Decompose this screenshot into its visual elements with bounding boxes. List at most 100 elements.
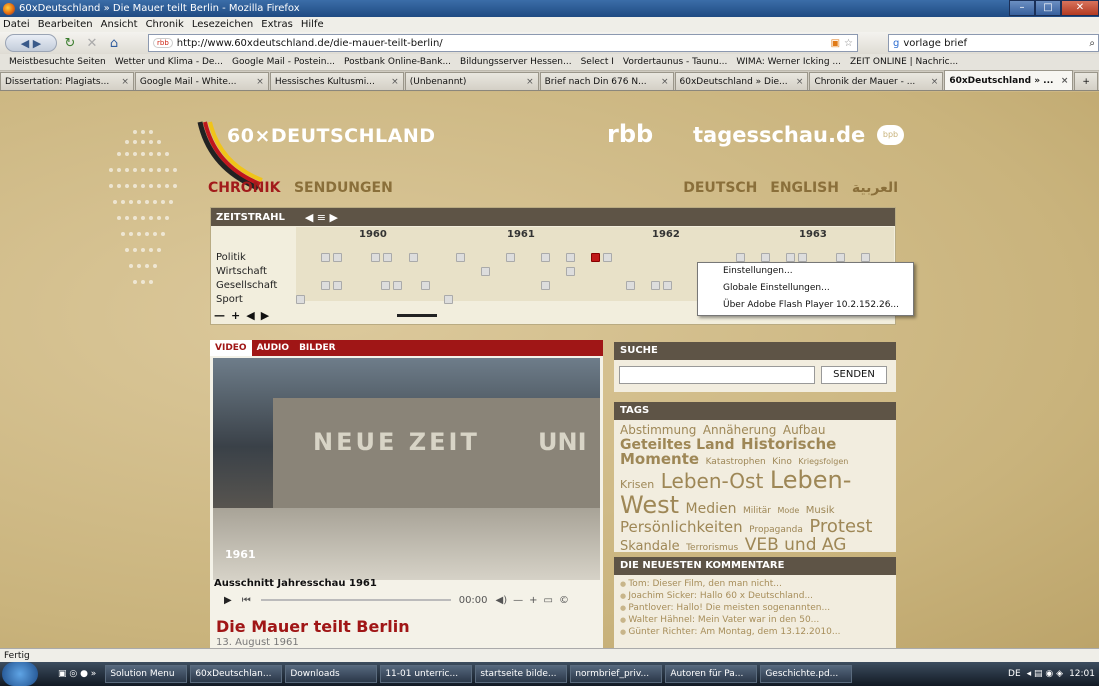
browser-tab[interactable]: Google Mail - White... × [134,72,269,90]
menu-datei[interactable]: Datei [3,19,30,30]
menu-ansicht[interactable]: Ansicht [101,19,138,30]
scroll-left-icon[interactable]: ◀ [246,309,254,322]
timeline-nav-arrows[interactable]: ◀ ≡ ▶ [305,211,338,224]
reload-icon[interactable]: ↻ [61,34,79,52]
timeline-scrollbar[interactable] [397,314,437,317]
comment-item[interactable]: Joachim Sicker: Hallo 60 x Deutschland..… [620,591,890,601]
lang-arabic[interactable]: العربية [852,180,898,196]
rbb-logo[interactable]: rbb [607,120,653,148]
url-bar[interactable]: rbb http://www.60xdeutschland.de/die-mau… [148,34,858,52]
minimize-button[interactable]: – [1009,0,1035,16]
taskbar-item[interactable]: normbrief_priv... [570,665,663,683]
timeline-event[interactable] [626,281,635,290]
stop-icon[interactable]: ✕ [83,34,101,52]
browser-tab[interactable]: Brief nach Din 676 N... × [539,72,674,90]
timeline-event[interactable] [381,281,390,290]
home-icon[interactable]: ⌂ [105,34,123,52]
timeline-event[interactable] [409,253,418,262]
tag-link[interactable]: Persönlichkeiten [620,518,743,536]
bookmark-item[interactable]: Google Mail - Postein... [232,57,335,67]
tagesschau-logo[interactable]: tagesschau.de [693,123,865,147]
nav-sendungen[interactable]: SENDUNGEN [294,180,393,196]
comment-item[interactable]: Günter Richter: Am Montag, dem 13.12.201… [620,627,890,637]
tag-link[interactable]: Mode [778,506,800,515]
timeline-event[interactable] [481,267,490,276]
volume-icon[interactable]: ◀) [496,595,508,606]
timeline-event[interactable] [541,281,550,290]
timeline-event[interactable] [541,253,550,262]
tag-link[interactable]: Kriegsfolgen [798,457,848,466]
bpb-logo[interactable]: bpb [877,125,904,145]
tag-link[interactable]: Terrorismus [686,543,738,553]
video-progress[interactable] [260,599,451,601]
bookmark-item[interactable]: Meistbesuchte Seiten [9,57,106,67]
tag-link[interactable]: Medien [686,501,737,517]
bookmark-item[interactable]: Postbank Online-Bank... [344,57,451,67]
volume-up-icon[interactable]: + [529,595,537,606]
timeline-event[interactable] [296,295,305,304]
tag-link[interactable]: Abstimmung [620,423,696,437]
close-tab-icon[interactable]: × [522,77,534,87]
bookmark-item[interactable]: WIMA: Werner Icking ... [736,57,841,67]
timeline-event[interactable] [603,253,612,262]
close-tab-icon[interactable]: × [117,77,129,87]
menu-hilfe[interactable]: Hilfe [301,19,324,30]
timeline-event-active[interactable] [591,253,600,262]
site-logo[interactable]: 60×DEUTSCHLAND [227,125,436,147]
timeline-event[interactable] [566,253,575,262]
tag-link[interactable]: Propaganda [749,525,803,535]
timeline-event[interactable] [786,253,795,262]
menu-bearbeiten[interactable]: Bearbeiten [38,19,93,30]
copyright-icon[interactable]: © [559,595,569,606]
timeline-event[interactable] [761,253,770,262]
fullscreen-icon[interactable]: ▭ [544,595,553,606]
timeline-event[interactable] [371,253,380,262]
tag-link[interactable]: Protest [809,516,872,537]
bookmark-item[interactable]: Bildungsserver Hessen... [460,57,572,67]
tag-link[interactable]: Musik [806,505,835,517]
close-tab-icon[interactable]: × [657,77,669,87]
search-icon[interactable]: ⌕ [1089,38,1095,49]
timeline-event[interactable] [333,281,342,290]
play-icon[interactable]: ▶ [224,595,232,606]
timeline-event[interactable] [383,253,392,262]
zoom-in-icon[interactable]: + [231,309,240,322]
lang-english[interactable]: ENGLISH [770,180,839,196]
volume-down-icon[interactable]: — [513,595,523,606]
taskbar-item[interactable]: Downloads [285,665,378,683]
timeline-event[interactable] [333,253,342,262]
comment-item[interactable]: Pantlover: Hallo! Die meisten sogenannte… [620,603,890,613]
tag-link[interactable]: Katastrophen [706,457,766,467]
timeline-event[interactable] [456,253,465,262]
nav-chronik[interactable]: CHRONIK [208,180,280,196]
tab-bilder[interactable]: BILDER [294,340,341,356]
timeline-event[interactable] [321,253,330,262]
tag-link[interactable]: Militär [743,506,771,516]
timeline-event[interactable] [421,281,430,290]
browser-tab[interactable]: Hessisches Kultusmi... × [269,72,404,90]
comment-item[interactable]: Walter Hähnel: Mein Vater war in den 50.… [620,615,890,625]
timeline-zoom-controls[interactable]: — + ◀ ▶ [214,309,269,322]
quick-launch-icons[interactable]: ▣ ◎ ● » [58,669,96,679]
close-tab-icon[interactable]: × [927,77,939,87]
tag-link[interactable]: Skandale [620,539,680,554]
tab-audio[interactable]: AUDIO [252,340,294,356]
tag-link[interactable]: Leben-Ost [661,469,764,493]
timeline-event[interactable] [736,253,745,262]
timeline-event[interactable] [651,281,660,290]
close-window-button[interactable]: ✕ [1061,0,1099,16]
timeline-event[interactable] [444,295,453,304]
timeline-event[interactable] [663,281,672,290]
timeline-event[interactable] [836,253,845,262]
taskbar-item[interactable]: startseite bilde... [475,665,568,683]
timeline-event[interactable] [861,253,870,262]
tag-link[interactable]: Krisen [620,478,654,491]
browser-tab[interactable]: (Unbenannt) × [404,72,539,90]
tab-video[interactable]: VIDEO [210,340,252,356]
bookmark-item[interactable]: ZEIT ONLINE | Nachric... [850,57,958,67]
tag-link[interactable]: VEB und AG [745,535,847,555]
scroll-right-icon[interactable]: ▶ [261,309,269,322]
taskbar-item[interactable]: Autoren für Pa... [665,665,758,683]
taskbar-item[interactable]: 60xDeutschlan... [190,665,283,683]
zoom-out-icon[interactable]: — [214,309,225,322]
